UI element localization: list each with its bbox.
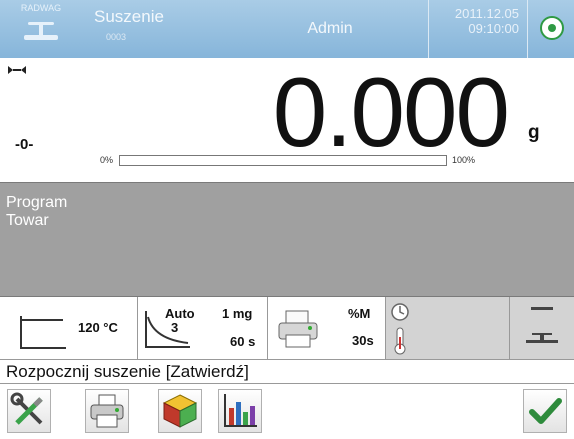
- working-mode[interactable]: Suszenie 0003: [82, 0, 232, 58]
- chart-icon: [224, 394, 257, 427]
- print-interval: 30s: [352, 333, 374, 348]
- progress-min-label: 0%: [100, 155, 114, 165]
- time-step: 60 s: [230, 334, 256, 349]
- stability-icon: [8, 66, 26, 74]
- header-bar: RADWAG Suszenie 0003 Admin 2011.12.05 09…: [0, 0, 574, 58]
- standard-profile-icon: [20, 316, 66, 349]
- database-icon: [162, 394, 198, 428]
- auto-label: Auto: [165, 306, 195, 321]
- time: 09:10:00: [468, 21, 519, 36]
- prompt-message: Rozpocznij suszenie [Zatwierdź]: [0, 360, 574, 384]
- zero-button[interactable]: [510, 297, 574, 359]
- zero-indicator: -0-: [15, 136, 34, 153]
- mass-value: 0.000: [272, 57, 510, 167]
- mass-unit[interactable]: g: [528, 122, 540, 144]
- confirm-button[interactable]: [523, 389, 567, 433]
- info-program: Program: [6, 194, 68, 211]
- database-button[interactable]: [158, 389, 202, 433]
- balance-logo-icon[interactable]: RADWAG: [0, 0, 82, 58]
- setup-button[interactable]: [7, 389, 51, 433]
- tools-icon: [10, 392, 43, 425]
- progress-max-label: 100%: [452, 155, 476, 165]
- drying-profile-button[interactable]: 120 °C: [0, 297, 138, 359]
- user-name[interactable]: Admin: [232, 0, 428, 58]
- confirm-icon: [529, 398, 562, 424]
- date: 2011.12.05: [454, 6, 519, 21]
- mode-subtitle: 0003: [106, 32, 127, 42]
- parameter-row: 120 °C Auto 3 1 mg 60 s %M 30s: [0, 297, 574, 360]
- info-panel[interactable]: Program Towar: [0, 182, 574, 297]
- mass-step: 1 mg: [222, 306, 253, 321]
- printer-icon: [278, 310, 318, 348]
- weighing-range-bar: [119, 155, 447, 166]
- printer-icon: [90, 394, 124, 428]
- thermometer-icon: [394, 327, 406, 355]
- auto-value: 3: [171, 320, 179, 335]
- mode-title: Suszenie: [94, 7, 164, 26]
- print-settings-button[interactable]: %M 30s: [268, 297, 386, 359]
- clock-icon: [391, 303, 409, 321]
- info-product: Towar: [6, 212, 49, 229]
- print-unit: %M: [348, 306, 371, 321]
- weighing-display: -0- 0.000 g 0% 100%: [0, 57, 574, 182]
- drying-temperature: 120 °C: [78, 320, 118, 335]
- date-time: 2011.12.05 09:10:00: [428, 0, 528, 58]
- record-icon: [540, 16, 564, 40]
- status-button[interactable]: [528, 0, 574, 58]
- logo-text: RADWAG: [20, 3, 62, 13]
- balance-zero-icon: [526, 307, 558, 343]
- finish-mode-button[interactable]: Auto 3 1 mg 60 s: [138, 297, 268, 359]
- toolbar: [0, 384, 574, 439]
- print-button[interactable]: [85, 389, 129, 433]
- dryer-screen: RADWAG Suszenie 0003 Admin 2011.12.05 09…: [0, 0, 574, 439]
- status-cell[interactable]: [386, 297, 510, 359]
- report-button[interactable]: [218, 389, 262, 433]
